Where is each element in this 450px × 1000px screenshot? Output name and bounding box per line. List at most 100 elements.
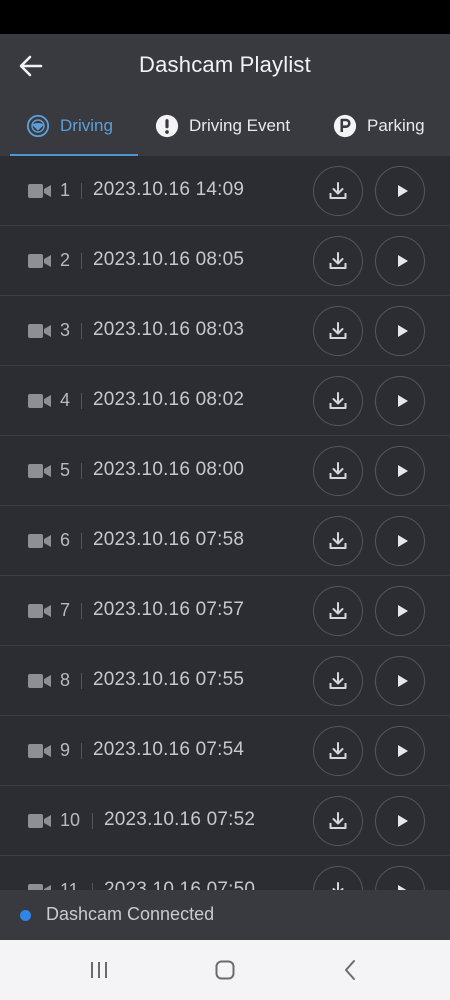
recording-datetime: 2023.10.16 07:55	[93, 669, 245, 690]
recording-row[interactable]: 10 2023.10.16 07:52	[0, 786, 450, 856]
download-button[interactable]	[313, 866, 363, 890]
recording-row[interactable]: 7 2023.10.16 07:57	[0, 576, 450, 646]
download-icon	[327, 670, 349, 692]
download-icon	[327, 250, 349, 272]
recording-row[interactable]: 8 2023.10.16 07:55	[0, 646, 450, 716]
play-icon	[393, 322, 411, 340]
tab-parking[interactable]: Parking	[333, 96, 425, 156]
recording-row[interactable]: 4 2023.10.16 08:02	[0, 366, 450, 436]
download-button[interactable]	[313, 726, 363, 776]
recording-index: 7	[60, 600, 71, 620]
download-button[interactable]	[313, 376, 363, 426]
recording-row[interactable]: 5 2023.10.16 08:00	[0, 436, 450, 506]
play-button[interactable]	[375, 376, 425, 426]
recording-list[interactable]: 1 2023.10.16 14:09 2 2023.10.16 08:05 3 2023.…	[0, 156, 450, 890]
connection-status-bar: Dashcam Connected	[0, 890, 450, 940]
download-button[interactable]	[313, 796, 363, 846]
status-bar	[0, 0, 450, 34]
download-button[interactable]	[313, 586, 363, 636]
download-button[interactable]	[313, 306, 363, 356]
video-camera-icon	[28, 882, 52, 890]
play-icon	[393, 462, 411, 480]
home-button[interactable]	[208, 953, 242, 987]
tab-bar: Driving Driving Event Parking	[0, 96, 450, 156]
download-icon	[327, 390, 349, 412]
play-button[interactable]	[375, 866, 425, 890]
download-icon	[327, 530, 349, 552]
download-icon	[327, 320, 349, 342]
recording-index: 3	[60, 320, 71, 340]
play-button[interactable]	[375, 446, 425, 496]
video-camera-icon	[28, 672, 52, 690]
recording-row[interactable]: 6 2023.10.16 07:58	[0, 506, 450, 576]
arrow-left-icon	[19, 55, 43, 77]
download-icon	[327, 740, 349, 762]
download-icon	[327, 180, 349, 202]
play-button[interactable]	[375, 656, 425, 706]
row-divider	[81, 463, 82, 479]
download-button[interactable]	[313, 236, 363, 286]
video-camera-icon	[28, 742, 52, 760]
video-camera-icon	[28, 392, 52, 410]
recording-index: 8	[60, 670, 71, 690]
recording-datetime: 2023.10.16 08:00	[93, 459, 245, 480]
row-divider	[81, 603, 82, 619]
play-icon	[393, 252, 411, 270]
recording-datetime: 2023.10.16 07:50	[104, 879, 256, 890]
tab-driving[interactable]: Driving	[26, 96, 113, 156]
row-divider	[92, 883, 93, 890]
row-divider	[81, 673, 82, 689]
download-icon	[327, 600, 349, 622]
connection-status-dot	[20, 910, 31, 921]
nav-back-button[interactable]	[334, 953, 368, 987]
tab-driving-label: Driving	[60, 116, 113, 135]
play-button[interactable]	[375, 516, 425, 566]
recording-row[interactable]: 2 2023.10.16 08:05	[0, 226, 450, 296]
download-button[interactable]	[313, 446, 363, 496]
home-icon	[215, 960, 235, 980]
play-icon	[393, 182, 411, 200]
play-icon	[393, 742, 411, 760]
recording-index: 4	[60, 390, 71, 410]
exclamation-icon	[155, 114, 179, 138]
back-button[interactable]	[14, 49, 48, 83]
play-icon	[393, 882, 411, 890]
nav-back-icon	[345, 960, 355, 980]
play-button[interactable]	[375, 236, 425, 286]
recording-row[interactable]: 9 2023.10.16 07:54	[0, 716, 450, 786]
recording-index: 1	[60, 180, 71, 200]
page-title: Dashcam Playlist	[139, 52, 311, 77]
play-icon	[393, 672, 411, 690]
download-button[interactable]	[313, 166, 363, 216]
steering-wheel-icon	[26, 114, 50, 138]
recording-index: 2	[60, 250, 71, 270]
recents-button[interactable]	[82, 953, 116, 987]
video-camera-icon	[28, 322, 52, 340]
download-button[interactable]	[313, 516, 363, 566]
recording-row[interactable]: 1 2023.10.16 14:09	[0, 156, 450, 226]
play-button[interactable]	[375, 306, 425, 356]
play-button[interactable]	[375, 726, 425, 776]
tab-driving-event[interactable]: Driving Event	[155, 96, 290, 156]
recording-datetime: 2023.10.16 07:54	[93, 739, 245, 760]
row-divider	[81, 743, 82, 759]
download-icon	[327, 880, 349, 890]
recording-datetime: 2023.10.16 07:57	[93, 599, 245, 620]
row-divider	[81, 533, 82, 549]
play-button[interactable]	[375, 796, 425, 846]
tab-driving-event-label: Driving Event	[189, 116, 291, 135]
download-button[interactable]	[313, 656, 363, 706]
recording-row[interactable]: 3 2023.10.16 08:03	[0, 296, 450, 366]
play-button[interactable]	[375, 586, 425, 636]
parking-icon	[333, 114, 357, 138]
row-divider	[81, 183, 82, 199]
recording-row[interactable]: 11 2023.10.16 07:50	[0, 856, 450, 890]
play-icon	[393, 392, 411, 410]
play-icon	[393, 532, 411, 550]
recording-datetime: 2023.10.16 08:02	[93, 389, 245, 410]
play-button[interactable]	[375, 166, 425, 216]
download-icon	[327, 810, 349, 832]
video-camera-icon	[28, 252, 52, 270]
video-camera-icon	[28, 182, 52, 200]
recording-datetime: 2023.10.16 07:58	[93, 529, 245, 550]
